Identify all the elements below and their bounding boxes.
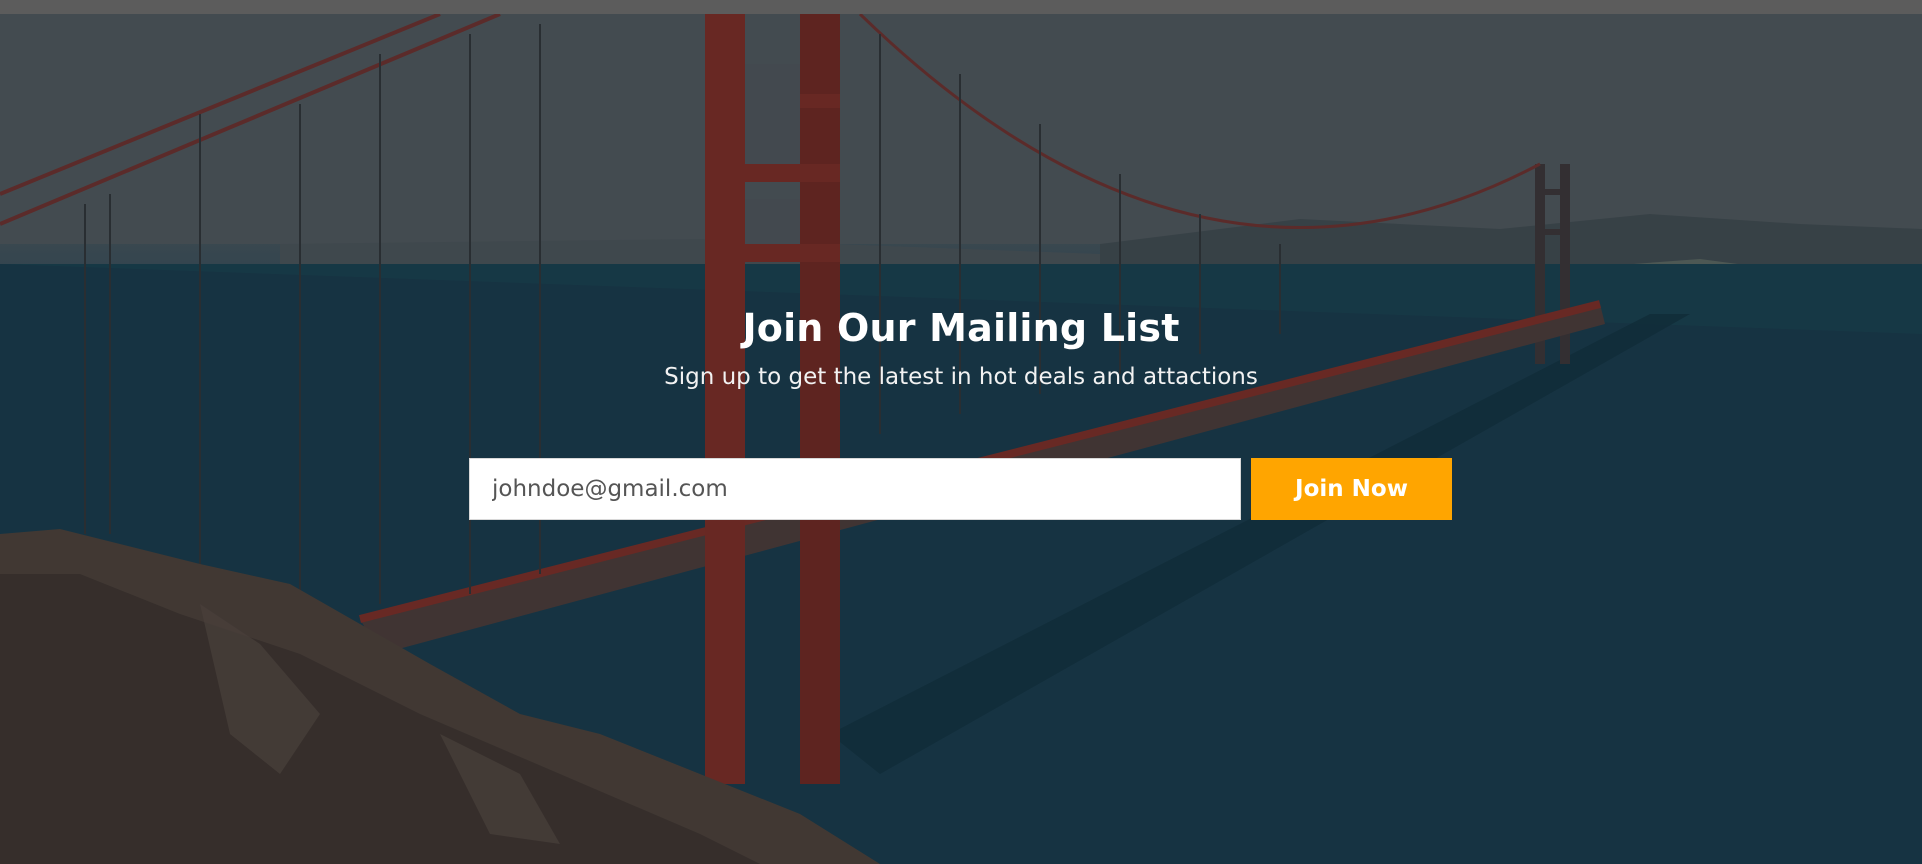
signup-form: Join Now	[469, 458, 1453, 522]
page-title: Join Our Mailing List	[742, 306, 1180, 350]
mailing-list-hero: Join Our Mailing List Sign up to get the…	[0, 14, 1922, 864]
page-subtitle: Sign up to get the latest in hot deals a…	[664, 364, 1258, 390]
signup-content: Join Our Mailing List Sign up to get the…	[0, 14, 1922, 864]
join-now-button[interactable]: Join Now	[1251, 458, 1452, 520]
top-strip	[0, 0, 1922, 14]
email-input[interactable]	[469, 458, 1241, 520]
